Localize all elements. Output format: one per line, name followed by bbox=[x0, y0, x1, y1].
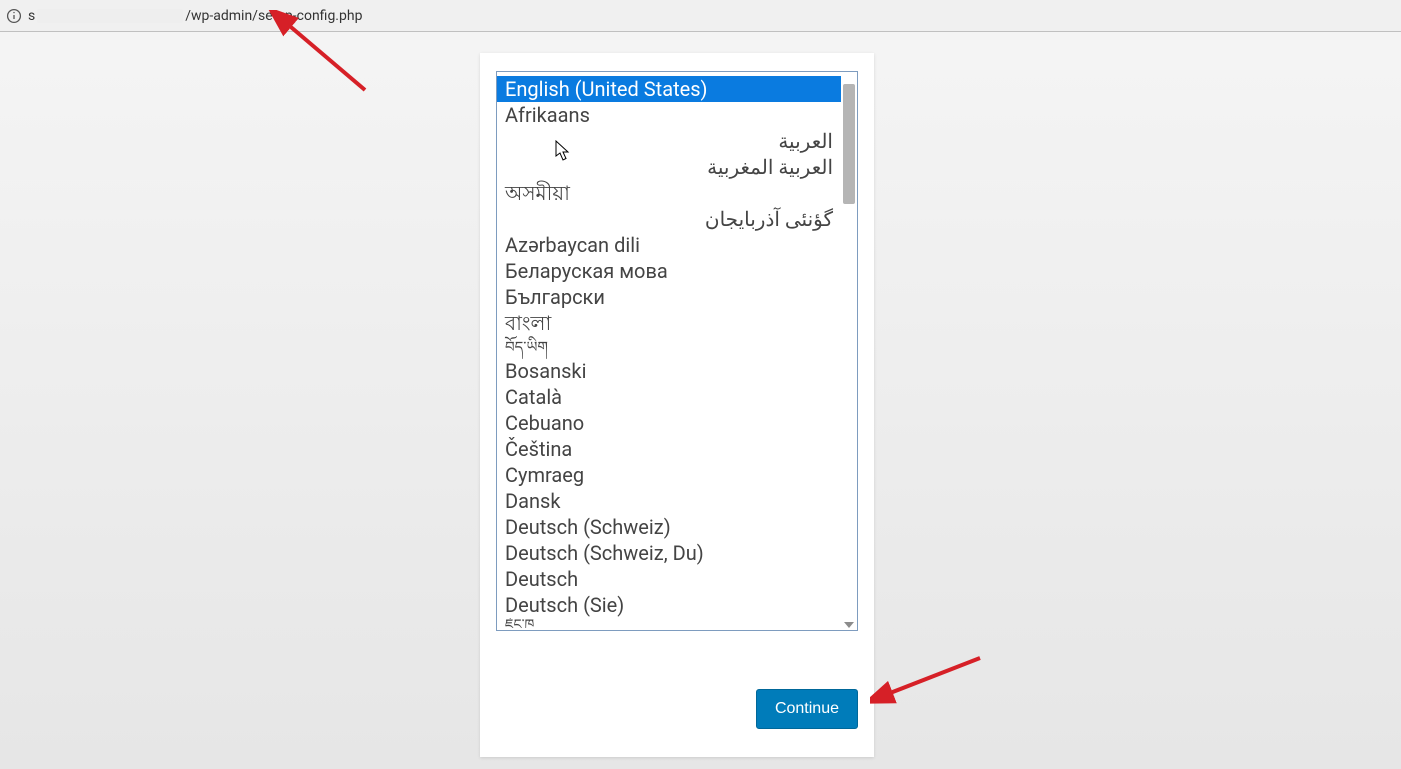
url-suffix: /wp-admin/setup-config.php bbox=[185, 8, 362, 24]
scrollbar-down-icon[interactable] bbox=[844, 622, 854, 628]
language-select[interactable]: English (United States)Afrikaansالعربيةا… bbox=[496, 71, 858, 631]
language-option[interactable]: ཇོང་ཁ bbox=[497, 618, 841, 628]
setup-card: English (United States)Afrikaansالعربيةا… bbox=[480, 53, 874, 757]
language-option[interactable]: Afrikaans bbox=[497, 102, 841, 128]
scrollbar[interactable] bbox=[843, 74, 855, 628]
language-option[interactable]: Deutsch (Schweiz) bbox=[497, 514, 841, 540]
language-option[interactable]: Беларуская мова bbox=[497, 258, 841, 284]
scrollbar-track[interactable] bbox=[843, 84, 855, 618]
language-option[interactable]: English (United States) bbox=[497, 76, 841, 102]
language-option[interactable]: العربية bbox=[497, 128, 841, 154]
url-prefix: s bbox=[28, 8, 35, 24]
language-option[interactable]: অসমীয়া bbox=[497, 180, 841, 206]
language-option[interactable]: Deutsch (Schweiz, Du) bbox=[497, 540, 841, 566]
annotation-arrow-continue bbox=[870, 640, 1000, 720]
address-bar: s/wp-admin/setup-config.php bbox=[0, 0, 1401, 32]
language-option[interactable]: العربية المغربية bbox=[497, 154, 841, 180]
url-text[interactable]: s/wp-admin/setup-config.php bbox=[28, 8, 362, 24]
language-option[interactable]: Deutsch bbox=[497, 566, 841, 592]
language-option[interactable]: Dansk bbox=[497, 488, 841, 514]
language-option[interactable]: گؤنئی آذربایجان bbox=[497, 206, 841, 232]
language-option[interactable]: Cymraeg bbox=[497, 462, 841, 488]
language-option[interactable]: Cebuano bbox=[497, 410, 841, 436]
language-option[interactable]: Български bbox=[497, 284, 841, 310]
language-option[interactable]: Català bbox=[497, 384, 841, 410]
language-option[interactable]: বাংলা bbox=[497, 310, 841, 336]
language-option[interactable]: བོད་ཡིག bbox=[497, 336, 841, 358]
language-option[interactable]: Azərbaycan dili bbox=[497, 232, 841, 258]
url-redacted bbox=[37, 9, 183, 23]
language-option[interactable]: Deutsch (Sie) bbox=[497, 592, 841, 618]
language-option[interactable]: Čeština bbox=[497, 436, 841, 462]
continue-button[interactable]: Continue bbox=[756, 689, 858, 729]
scrollbar-thumb[interactable] bbox=[843, 84, 855, 204]
language-option[interactable]: Bosanski bbox=[497, 358, 841, 384]
language-list: English (United States)Afrikaansالعربيةا… bbox=[497, 72, 841, 630]
info-icon bbox=[6, 8, 22, 24]
